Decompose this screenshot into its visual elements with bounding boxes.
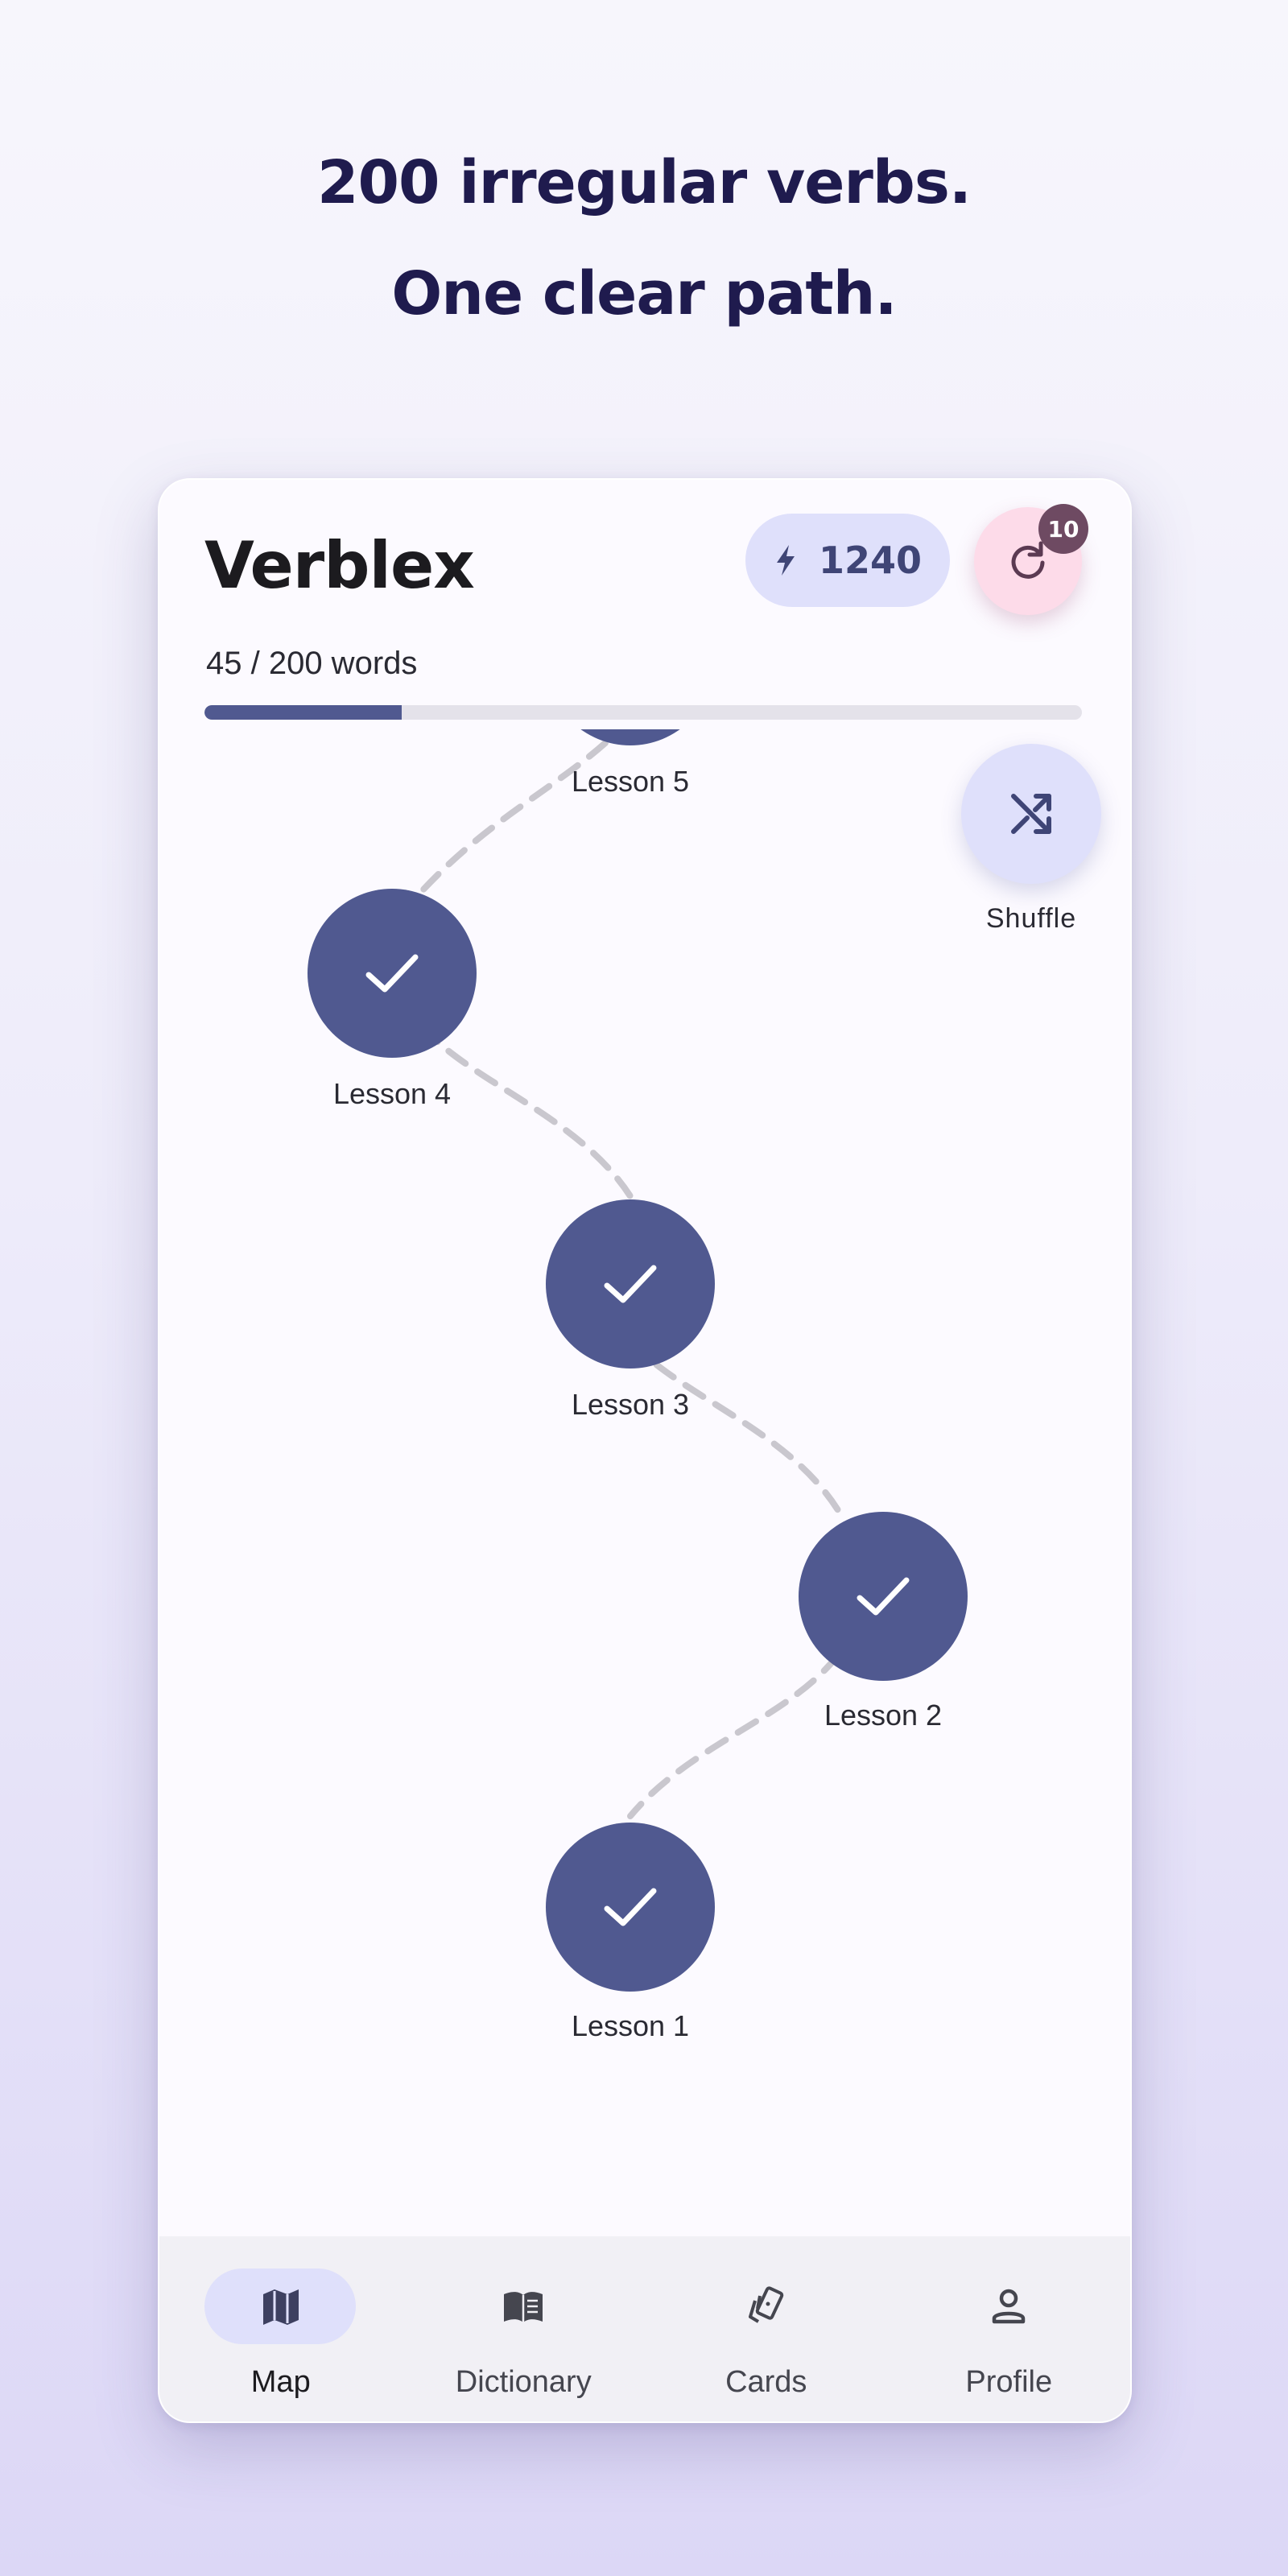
lesson-label-3: Lesson 3: [571, 1388, 690, 1421]
app-title: Verblex: [204, 528, 475, 603]
headline-line-2: One clear path.: [391, 259, 897, 328]
nav-label-map: Map: [250, 2365, 311, 2399]
lesson-label-1: Lesson 1: [571, 2009, 690, 2042]
nav-label-cards: Cards: [725, 2365, 807, 2399]
nav-item-dictionary[interactable]: Dictionary: [402, 2236, 646, 2421]
nav-item-profile[interactable]: Profile: [888, 2236, 1131, 2421]
progress-bar-fill: [204, 705, 402, 720]
lesson-node-3[interactable]: [546, 1199, 715, 1368]
shuffle-button[interactable]: [961, 744, 1101, 884]
xp-value: 1240: [818, 539, 923, 582]
nav-label-dictionary: Dictionary: [455, 2365, 592, 2399]
shuffle-label: Shuffle: [985, 903, 1077, 934]
nav-label-profile: Profile: [965, 2365, 1053, 2399]
lightning-icon: [776, 545, 795, 576]
lesson-map[interactable]: Lesson 5 Lesson 4 Lesson 3 Lesson 2 Less…: [159, 729, 1130, 2238]
lesson-label-5: Lesson 5: [571, 765, 690, 798]
shuffle-icon: [1011, 794, 1051, 834]
refresh-icon: [1011, 541, 1045, 579]
bottom-navigation: Map Dictionary Cards Profile: [159, 2236, 1130, 2421]
lesson-node-4[interactable]: [308, 889, 477, 1058]
lesson-label-2: Lesson 2: [824, 1699, 943, 1732]
headline-line-1: 200 irregular verbs.: [316, 148, 972, 217]
cards-icon: [748, 2286, 784, 2323]
lesson-label-4: Lesson 4: [332, 1077, 452, 1110]
person-icon: [993, 2289, 1026, 2324]
refresh-badge: 10: [1038, 504, 1088, 554]
phone-frame: Verblex 1240 10 45 / 200 words Lesson 5: [158, 478, 1132, 2423]
map-icon: [262, 2289, 299, 2325]
progress-label: 45 / 200 words: [206, 646, 418, 681]
nav-item-cards[interactable]: Cards: [645, 2236, 888, 2421]
progress-bar: [204, 705, 1082, 720]
xp-chip[interactable]: 1240: [745, 514, 950, 607]
checkmark-icon: [857, 1577, 910, 1616]
lesson-node-1[interactable]: [546, 1823, 715, 1992]
book-icon: [504, 2292, 543, 2322]
checkmark-icon: [604, 1265, 657, 1303]
checkmark-icon: [604, 1888, 657, 1926]
lesson-node-2[interactable]: [799, 1512, 968, 1681]
checkmark-icon: [365, 954, 419, 993]
nav-item-map[interactable]: Map: [159, 2236, 402, 2421]
